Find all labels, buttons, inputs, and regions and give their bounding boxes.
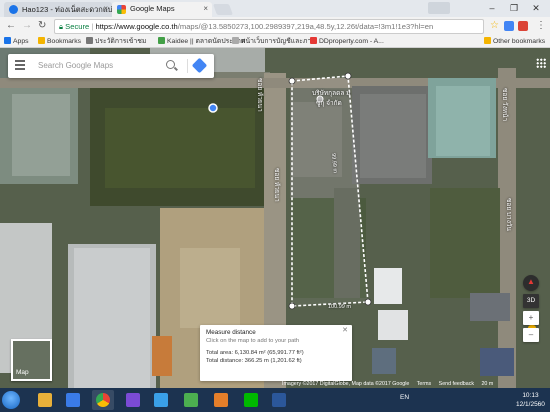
map-controls: ▲ 3D + – bbox=[523, 275, 539, 345]
browser-toolbar: ← → ↻ 🔒︎ Secure | https://www.google.co.… bbox=[0, 17, 550, 36]
clock-icon bbox=[86, 37, 93, 44]
chrome-menu-icon[interactable]: ⋮ bbox=[536, 20, 546, 32]
app-icon[interactable] bbox=[210, 390, 232, 410]
place-label-2[interactable]: ซูกุ จำกัด bbox=[316, 98, 342, 108]
url-host: https://www.google.co.th bbox=[95, 22, 178, 31]
reload-icon[interactable]: ↻ bbox=[38, 20, 46, 32]
satellite-map[interactable]: บริษัทกุลดล มุ ซูกุ จำกัด ซอย ห้วยนา ซอย… bbox=[0, 48, 550, 388]
google-maps-favicon bbox=[117, 5, 126, 14]
attribution-bar: Imagery ©2017 DigitalGlobe, Map data ©20… bbox=[282, 381, 499, 388]
extension-icon[interactable] bbox=[504, 21, 514, 31]
back-arrow-icon[interactable]: ← bbox=[6, 20, 16, 32]
extension-icon[interactable] bbox=[518, 21, 528, 31]
kaidee-icon bbox=[158, 37, 165, 44]
url-path: /maps/@13.5850273,100.2989397,219a,48.5y… bbox=[177, 22, 434, 31]
bookmark-accounting[interactable]: หน้าเว็บการบัญชีและภาษี bbox=[232, 37, 316, 47]
search-input[interactable]: Search Google Maps bbox=[38, 61, 113, 70]
chrome-icon[interactable] bbox=[92, 390, 114, 410]
compass-icon[interactable]: ▲ bbox=[523, 275, 539, 291]
map-layer-toggle[interactable]: Map bbox=[11, 339, 52, 381]
divider bbox=[187, 59, 188, 73]
bookmark-history[interactable]: ประวัติการเข้าชม bbox=[86, 37, 146, 47]
tab-title: Google Maps bbox=[130, 4, 175, 13]
minimize-icon[interactable]: – bbox=[482, 1, 502, 15]
hao123-favicon bbox=[9, 5, 18, 14]
google-apps-icon[interactable] bbox=[536, 58, 546, 68]
total-area: Total area: 6,130.84 m² (65,991.77 ft²) bbox=[206, 350, 304, 356]
measure-hint: Click on the map to add to your path bbox=[206, 338, 300, 344]
hamburger-menu-icon[interactable] bbox=[15, 60, 25, 72]
browser-title-bar: Hao123 - ท่องเน็ตสะดวกแบ่ × Google Maps … bbox=[0, 0, 550, 17]
scale-bar[interactable]: 20 m bbox=[481, 381, 493, 387]
zoom-out-button[interactable]: – bbox=[523, 328, 539, 342]
bookmark-apps[interactable]: Apps bbox=[4, 37, 29, 47]
measure-title: Measure distance bbox=[206, 329, 256, 336]
send-feedback-link[interactable]: Send feedback bbox=[439, 381, 474, 387]
start-button[interactable] bbox=[2, 391, 20, 409]
road-label: ซอย วังหน้า bbox=[501, 88, 508, 122]
close-icon[interactable]: ✕ bbox=[342, 327, 348, 335]
3d-toggle-button[interactable]: 3D bbox=[523, 294, 539, 308]
layer-label: Map bbox=[16, 369, 29, 376]
close-window-icon[interactable]: ✕ bbox=[526, 1, 546, 15]
app-icon[interactable] bbox=[122, 390, 144, 410]
torrent-icon[interactable] bbox=[180, 390, 202, 410]
bookmark-star-icon[interactable]: ☆ bbox=[490, 20, 499, 32]
doc-icon bbox=[232, 37, 239, 44]
road-label: ซอย ห้วยนา bbox=[273, 168, 280, 202]
road-label: ซอย ห้วยนา bbox=[256, 78, 263, 112]
tab-google-maps[interactable]: Google Maps × bbox=[112, 2, 212, 17]
imagery-credit: Imagery ©2017 DigitalGlobe, Map data ©20… bbox=[282, 381, 410, 387]
directions-icon[interactable] bbox=[191, 57, 208, 74]
terms-link[interactable]: Terms bbox=[417, 381, 431, 387]
bookmark-ddproperty[interactable]: DDproperty.com - A... bbox=[310, 37, 384, 47]
secure-label: Secure bbox=[65, 22, 90, 31]
zoom-in-button[interactable]: + bbox=[523, 311, 539, 325]
edge-length-label: 100.99 m bbox=[328, 304, 351, 310]
bookmark-bookmarks[interactable]: Bookmarks bbox=[38, 37, 81, 47]
explorer-icon[interactable] bbox=[34, 390, 56, 410]
clock-date: 12/1/2560 bbox=[516, 401, 545, 408]
new-tab-button[interactable] bbox=[212, 4, 234, 15]
other-bookmarks[interactable]: Other bookmarks bbox=[484, 37, 545, 47]
clock-time: 10:13 bbox=[522, 392, 539, 399]
place-label[interactable]: บริษัทกุลดล มุ bbox=[312, 88, 350, 98]
bookmarks-bar: Apps Bookmarks ประวัติการเข้าชม Kaidee |… bbox=[0, 36, 550, 48]
line-icon[interactable] bbox=[240, 390, 262, 410]
app-icon[interactable] bbox=[150, 390, 172, 410]
close-tab-icon[interactable]: × bbox=[103, 4, 108, 13]
taskbar: EN 10:13 12/1/2560 bbox=[0, 388, 550, 412]
measure-distance-panel: ✕ Measure distance Click on the map to a… bbox=[200, 325, 352, 381]
folder-icon bbox=[484, 37, 491, 44]
word-icon[interactable] bbox=[268, 390, 290, 410]
forward-arrow-icon[interactable]: → bbox=[22, 20, 32, 32]
search-box[interactable]: Search Google Maps bbox=[8, 54, 214, 78]
system-clock[interactable]: 10:13 12/1/2560 bbox=[516, 391, 545, 409]
road-label: ซอย บางวัน bbox=[505, 198, 512, 231]
profile-button[interactable] bbox=[428, 2, 450, 14]
maximize-icon[interactable]: ❐ bbox=[504, 1, 524, 15]
tab-title: Hao123 - ท่องเน็ตสะดวกแบ่ bbox=[22, 5, 112, 14]
language-indicator[interactable]: EN bbox=[400, 394, 409, 401]
apps-grid-icon bbox=[4, 37, 11, 44]
address-bar[interactable]: 🔒︎ Secure | https://www.google.co.th/map… bbox=[54, 19, 484, 34]
total-distance: Total distance: 366.25 m (1,201.62 ft) bbox=[206, 358, 302, 364]
ddproperty-icon bbox=[310, 37, 317, 44]
media-player-icon[interactable] bbox=[62, 390, 84, 410]
close-tab-icon[interactable]: × bbox=[203, 4, 208, 13]
search-icon[interactable] bbox=[166, 60, 175, 69]
star-icon bbox=[38, 37, 45, 44]
tab-hao123[interactable]: Hao123 - ท่องเน็ตสะดวกแบ่ × bbox=[4, 2, 112, 17]
lock-icon: 🔒︎ bbox=[59, 22, 64, 31]
